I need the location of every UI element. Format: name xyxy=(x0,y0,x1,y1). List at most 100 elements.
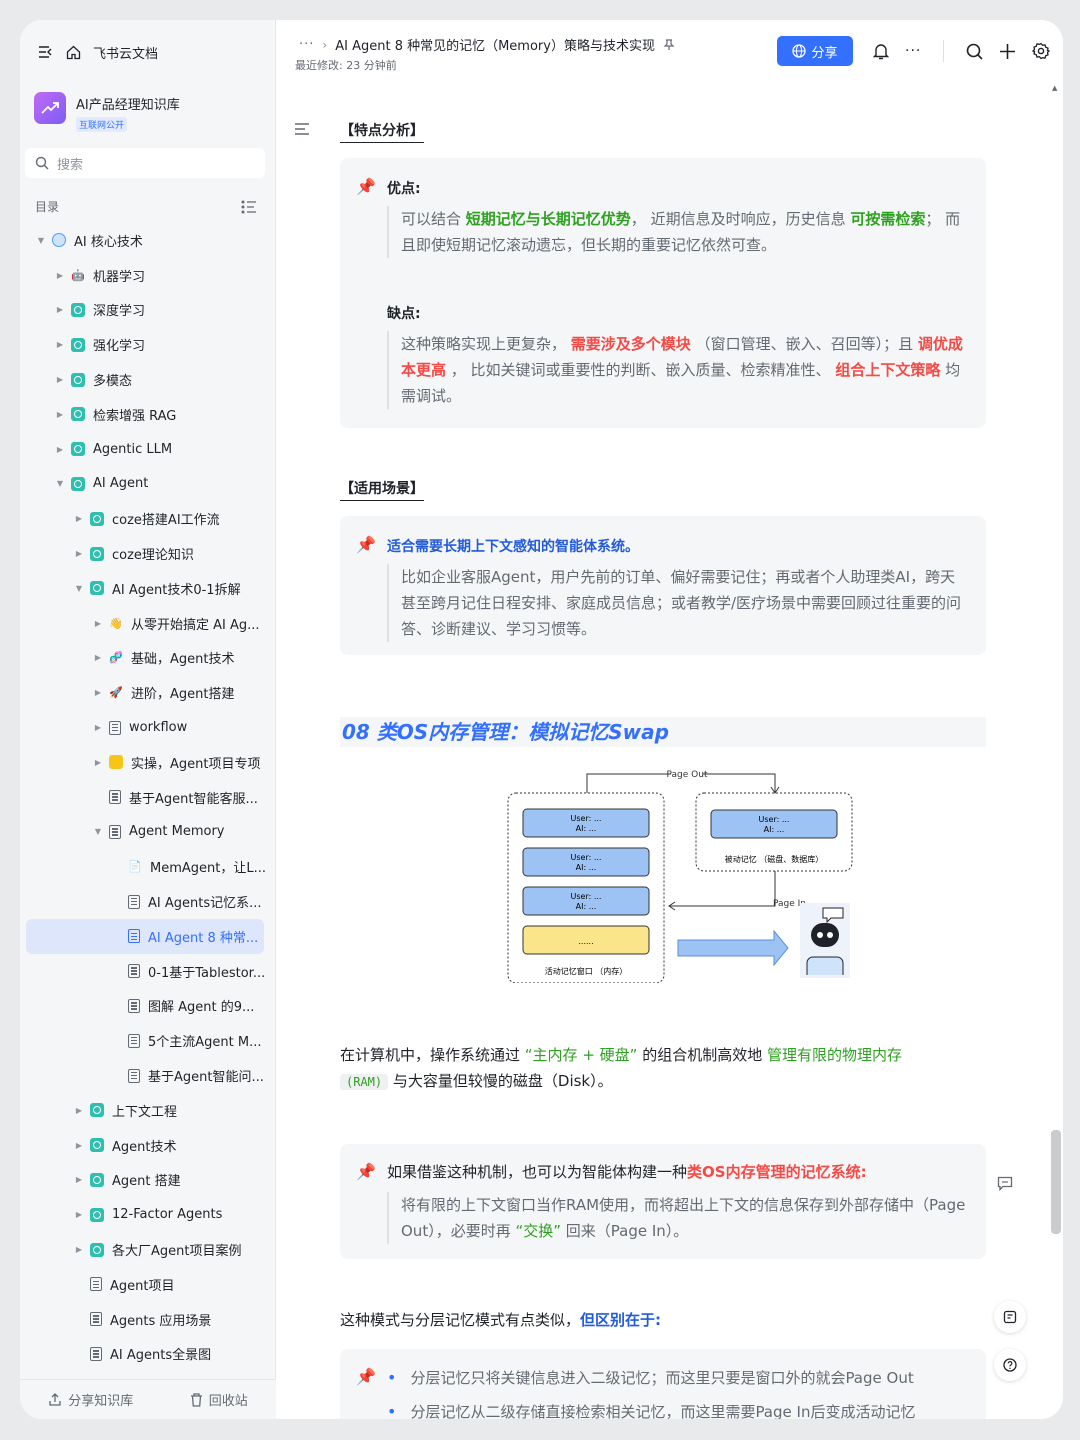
home-icon[interactable] xyxy=(66,45,81,60)
kb-logo-icon xyxy=(34,92,66,124)
sidebar-item-label: 进阶，Agent搭建 xyxy=(131,687,235,703)
search-input[interactable]: 搜索 xyxy=(25,148,265,178)
cons-body: 这种策略实现上更复杂， 需要涉及多个模块 （窗口管理、嵌入、召回等）；且 调优成… xyxy=(387,331,966,409)
sidebar-item[interactable]: ▶ 检索增强 RAG xyxy=(20,397,276,432)
sidebar-item[interactable]: ▼ Agent Memory xyxy=(20,815,276,850)
sidebar-item[interactable]: ▶ Agent技术 xyxy=(20,1128,276,1163)
caret-right-icon[interactable]: ▶ xyxy=(55,271,65,280)
caret-down-icon[interactable]: ▼ xyxy=(55,479,65,488)
caret-right-icon[interactable]: ▶ xyxy=(74,1210,84,1219)
share-button[interactable]: 分享 xyxy=(777,36,853,66)
sidebar-item[interactable]: 基于Agent智能问... xyxy=(20,1058,276,1093)
cons-title: 缺点: xyxy=(387,306,421,322)
sidebar-item[interactable]: ▼ AI Agent技术0-1拆解 xyxy=(20,571,276,606)
sidebar-item[interactable]: ▶ 🧬 基础，Agent技术 xyxy=(20,641,276,676)
caret-right-icon[interactable]: ▶ xyxy=(55,340,65,349)
list-item: 分层记忆只将关键信息进入二级记忆；而这里只要是窗口外的就会Page Out xyxy=(387,1361,966,1395)
caret-right-icon[interactable]: ▶ xyxy=(55,375,65,384)
search-icon[interactable] xyxy=(966,43,983,60)
caret-right-icon[interactable]: ▶ xyxy=(74,549,84,558)
more-icon[interactable]: ··· xyxy=(905,43,921,59)
svg-text:......: ...... xyxy=(578,937,593,946)
share-kb-button[interactable]: 分享知识库 xyxy=(48,1390,133,1409)
caret-right-icon[interactable]: ▶ xyxy=(55,305,65,314)
plus-icon[interactable] xyxy=(999,43,1016,60)
scene-title: 适合需要长期上下文感知的智能体系统。 xyxy=(387,539,639,555)
knowledge-base-header[interactable]: AI产品经理知识库 互联网公开 xyxy=(34,92,180,132)
caret-right-icon[interactable]: ▶ xyxy=(74,514,84,523)
doc-title[interactable]: AI Agent 8 种常见的记忆（Memory）策略与技术实现 xyxy=(335,35,655,54)
sidebar-item[interactable]: AI Agent 8 种常... xyxy=(26,918,264,954)
sidebar-item[interactable]: ▶ workflow xyxy=(20,710,276,745)
bell-icon[interactable] xyxy=(873,43,889,60)
caret-right-icon[interactable]: ▶ xyxy=(55,445,65,454)
caret-right-icon[interactable]: ▶ xyxy=(74,1106,84,1115)
caret-right-icon[interactable]: ▶ xyxy=(74,1175,84,1184)
caret-right-icon[interactable]: ▶ xyxy=(93,688,103,697)
sidebar-item[interactable]: ▶ 多模态 xyxy=(20,362,276,397)
pros-body: 可以结合 短期记忆与长期记忆优势， 近期信息及时响应，历史信息 可按需检索； 而… xyxy=(387,206,966,258)
comment-icon[interactable] xyxy=(997,1176,1013,1191)
list-settings-icon[interactable] xyxy=(241,200,257,214)
sidebar-item[interactable]: ▶ coze理论知识 xyxy=(20,536,276,571)
sidebar-item[interactable]: Agents 应用场景 xyxy=(20,1302,276,1337)
sidebar-item-label: 机器学习 xyxy=(93,269,146,285)
caret-down-icon[interactable]: ▼ xyxy=(74,584,84,593)
teal-icon xyxy=(90,1103,104,1118)
app-name[interactable]: 飞书云文档 xyxy=(93,43,158,62)
caret-right-icon[interactable]: ▶ xyxy=(93,758,103,767)
caret-down-icon[interactable]: ▼ xyxy=(93,827,103,836)
caret-right-icon[interactable]: ▶ xyxy=(55,410,65,419)
sidebar-item[interactable]: 基于Agent智能客服... xyxy=(20,780,276,815)
collapse-sidebar-icon[interactable] xyxy=(38,45,54,59)
teal-icon xyxy=(71,442,85,457)
caret-right-icon[interactable]: ▶ xyxy=(74,1245,84,1254)
pushpin-icon: 📌 xyxy=(356,177,376,196)
gear-icon[interactable] xyxy=(1032,42,1051,60)
memory-block: User: ... AI: ... xyxy=(522,808,650,838)
scroll-up-icon[interactable]: ▲ xyxy=(1052,84,1057,92)
help-button[interactable] xyxy=(994,1349,1026,1381)
sidebar-item[interactable]: ▶ 深度学习 xyxy=(20,293,276,328)
caret-down-icon[interactable]: ▼ xyxy=(36,236,46,245)
scrollbar[interactable]: ▲ xyxy=(1051,84,1061,1410)
sidebar-item[interactable]: 图解 Agent 的9... xyxy=(20,989,276,1024)
sidebar-item[interactable]: 📄 MemAgent，让L... xyxy=(20,849,276,884)
sidebar-item[interactable]: ▶ 上下文工程 xyxy=(20,1093,276,1128)
kb-badge: 互联网公开 xyxy=(76,117,128,132)
sidebar-item[interactable]: ▶ Agentic LLM xyxy=(20,432,276,467)
teal-icon xyxy=(90,1138,104,1153)
header-divider xyxy=(943,40,945,62)
doc-info-button[interactable] xyxy=(994,1301,1026,1333)
sidebar-item[interactable]: 0-1基于Tablestor... xyxy=(20,954,276,989)
sidebar-item[interactable]: AI Agents全景图 xyxy=(20,1337,276,1372)
sidebar-item[interactable]: ▶ 强化学习 xyxy=(20,327,276,362)
caret-right-icon[interactable]: ▶ xyxy=(93,653,103,662)
sidebar-item-label: Agent技术 xyxy=(112,1139,177,1155)
sidebar-item[interactable]: ▶ 🚀 进阶，Agent搭建 xyxy=(20,675,276,710)
caret-right-icon[interactable]: ▶ xyxy=(93,619,103,628)
sidebar-item[interactable]: 5个主流Agent M... xyxy=(20,1023,276,1058)
teal-icon xyxy=(71,476,85,491)
sidebar-item[interactable]: AI Agents记忆系... xyxy=(20,884,276,919)
sidebar-item[interactable]: ▶ 👋 从零开始搞定 AI Ag... xyxy=(20,606,276,641)
caret-right-icon[interactable]: ▶ xyxy=(74,1141,84,1150)
sidebar-item[interactable]: ▶ coze搭建AI工作流 xyxy=(20,501,276,536)
sidebar-item[interactable]: ▶ 🤖 机器学习 xyxy=(20,258,276,293)
sidebar-item[interactable]: ▶ 12-Factor Agents xyxy=(20,1197,276,1232)
sidebar-item-label: AI Agents记忆系... xyxy=(148,896,262,912)
outline-icon[interactable] xyxy=(294,122,310,136)
teal-icon xyxy=(71,302,85,317)
caret-right-icon[interactable]: ▶ xyxy=(93,723,103,732)
sidebar-item[interactable]: ▶ 各大厂Agent项目案例 xyxy=(20,1232,276,1267)
trash-button[interactable]: 回收站 xyxy=(190,1390,248,1409)
sidebar-item[interactable]: ▼ AI Agent xyxy=(20,467,276,502)
sidebar-item[interactable]: ▶ Agent 搭建 xyxy=(20,1163,276,1198)
passive-memory-block: User: ... AI: ... xyxy=(710,809,838,839)
sidebar-item[interactable]: Agent项目 xyxy=(20,1267,276,1302)
sidebar-item[interactable]: ▶ 实操，Agent项目专项 xyxy=(20,745,276,780)
breadcrumb-more[interactable]: ··· xyxy=(299,37,314,52)
pin-icon[interactable] xyxy=(663,38,675,51)
scrollbar-thumb[interactable] xyxy=(1051,1130,1061,1234)
sidebar-item[interactable]: ▼ AI 核心技术 xyxy=(20,223,276,258)
